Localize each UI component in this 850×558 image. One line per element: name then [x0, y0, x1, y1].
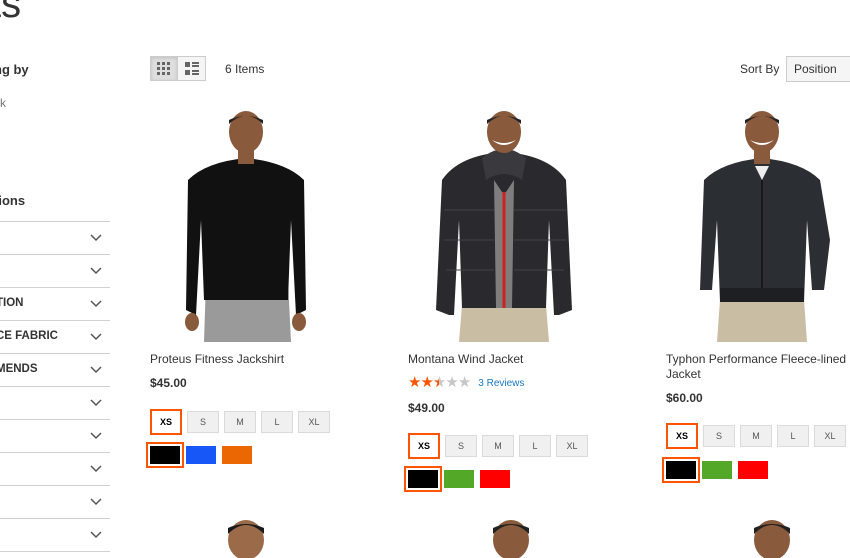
size-swatch-xs[interactable]: XS — [150, 409, 182, 435]
product-image[interactable] — [662, 110, 850, 342]
grid-icon — [157, 61, 170, 75]
product-image[interactable] — [744, 518, 804, 558]
size-swatch-m[interactable]: M — [740, 425, 772, 447]
size-swatch-m[interactable]: M — [224, 411, 256, 433]
star-icon: ★ — [420, 374, 433, 391]
size-swatch-l[interactable]: L — [261, 411, 293, 433]
product-price: $45.00 — [150, 376, 187, 390]
filter-item[interactable] — [0, 387, 110, 420]
chevron-down-icon — [90, 465, 102, 473]
star-icon: ★ — [445, 374, 458, 391]
shopping-options-title: tions — [0, 193, 26, 208]
size-swatches: XS S M L XL — [408, 433, 593, 459]
size-swatches: XS S M L XL — [666, 423, 850, 449]
color-swatch-green[interactable] — [444, 470, 474, 488]
size-swatch-l[interactable]: L — [777, 425, 809, 447]
filter-item[interactable]: MENDS — [0, 354, 110, 387]
color-swatch-red[interactable] — [480, 470, 510, 488]
product-image[interactable] — [483, 518, 543, 558]
product-price: $60.00 — [666, 391, 703, 405]
product-name-link[interactable]: Proteus Fitness Jackshirt — [150, 352, 340, 367]
chevron-down-icon — [90, 234, 102, 242]
size-swatch-s[interactable]: S — [187, 411, 219, 433]
size-swatch-xs[interactable]: XS — [666, 423, 698, 449]
chevron-down-icon — [90, 399, 102, 407]
filter-label: MENDS — [0, 363, 38, 375]
color-swatch-orange[interactable] — [222, 446, 252, 464]
toolbar-amount: 6 Items — [225, 62, 265, 76]
color-swatch-black[interactable] — [146, 442, 184, 468]
filter-item[interactable] — [0, 420, 110, 453]
filter-item[interactable] — [0, 453, 110, 486]
size-swatch-xs[interactable]: XS — [408, 433, 440, 459]
filter-item[interactable]: CE FABRIC — [0, 321, 110, 354]
size-swatch-xl[interactable]: XL — [556, 435, 588, 457]
chevron-down-icon — [90, 300, 102, 308]
chevron-down-icon — [90, 531, 102, 539]
sort-by-select[interactable]: Position — [786, 56, 850, 82]
star-icon: ★ — [457, 374, 471, 391]
chevron-down-icon — [90, 366, 102, 374]
rating-stars: ★★★★★ — [408, 374, 471, 392]
chevron-down-icon — [90, 333, 102, 341]
filter-item[interactable] — [0, 519, 110, 552]
sort-by-label: Sort By — [740, 62, 780, 76]
size-swatch-s[interactable]: S — [445, 435, 477, 457]
product-name-link[interactable]: Montana Wind Jacket — [408, 352, 598, 367]
color-swatch-red[interactable] — [738, 461, 768, 479]
grid-mode-button[interactable] — [150, 56, 178, 81]
product-price: $49.00 — [408, 401, 445, 415]
filter-item[interactable] — [0, 222, 110, 255]
shopping-by-title: ng by — [0, 62, 29, 77]
size-swatch-xl[interactable]: XL — [298, 411, 330, 433]
current-filter-item[interactable]: ck — [0, 96, 6, 110]
color-swatch-black[interactable] — [404, 466, 442, 492]
color-swatch-black[interactable] — [662, 457, 700, 483]
size-swatch-xl[interactable]: XL — [814, 425, 846, 447]
list-icon — [184, 61, 199, 75]
star-icon: ★ — [408, 374, 421, 391]
product-rating: ★★★★★ 3 Reviews — [408, 374, 524, 392]
size-swatch-l[interactable]: L — [519, 435, 551, 457]
filter-item[interactable]: TION — [0, 288, 110, 321]
filter-list: TION CE FABRIC MENDS — [0, 221, 110, 552]
view-mode-switcher — [150, 56, 206, 81]
filter-label: CE FABRIC — [0, 330, 58, 342]
size-swatch-s[interactable]: S — [703, 425, 735, 447]
color-swatch-green[interactable] — [702, 461, 732, 479]
chevron-down-icon — [90, 267, 102, 275]
filter-item[interactable] — [0, 486, 110, 519]
filter-label: TION — [0, 297, 24, 309]
product-name-link[interactable]: Typhon Performance Fleece-lined Jacket — [666, 352, 850, 382]
size-swatches: XS S M L XL — [150, 409, 335, 435]
chevron-down-icon — [90, 498, 102, 506]
list-mode-button[interactable] — [178, 56, 206, 81]
product-image[interactable] — [404, 110, 604, 342]
color-swatches — [404, 466, 516, 492]
filter-item[interactable] — [0, 255, 110, 288]
color-swatch-blue[interactable] — [186, 446, 216, 464]
size-swatch-m[interactable]: M — [482, 435, 514, 457]
page-title: ts — [0, 0, 22, 26]
chevron-down-icon — [90, 432, 102, 440]
color-swatches — [146, 442, 258, 468]
product-image[interactable] — [218, 518, 278, 558]
reviews-link[interactable]: 3 Reviews — [478, 378, 524, 389]
star-half-icon: ★ — [432, 374, 446, 391]
product-image[interactable] — [146, 110, 346, 342]
color-swatches — [662, 457, 774, 483]
